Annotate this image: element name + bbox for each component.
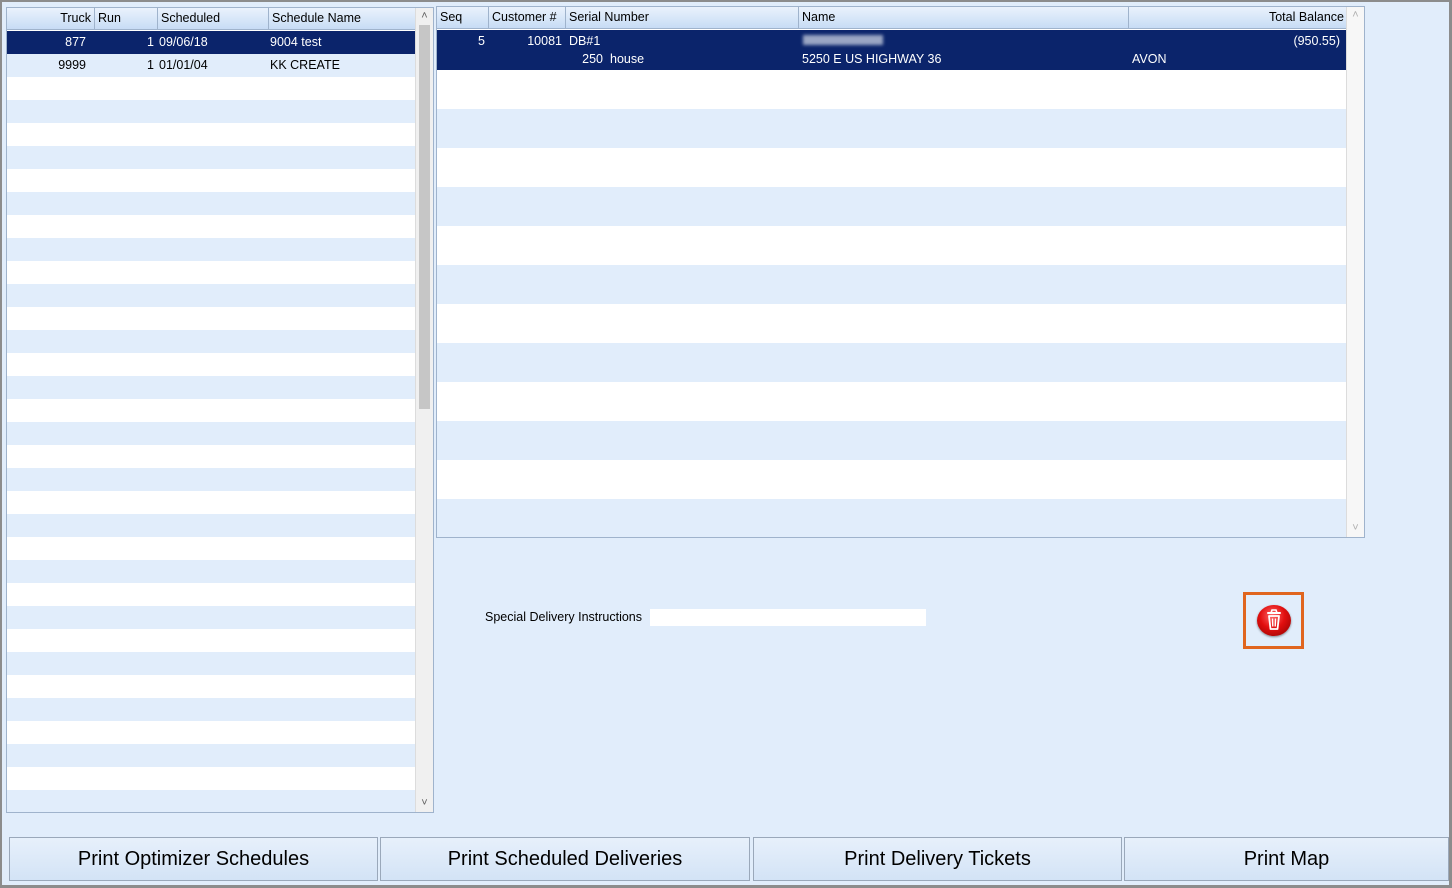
table-row[interactable]: 5 10081 DB#1 (950.55) 250 house 5250 E U…	[437, 30, 1347, 70]
empty-row	[437, 421, 1347, 460]
cell-run: 1	[147, 35, 154, 49]
empty-row	[7, 744, 416, 767]
empty-row	[437, 265, 1347, 304]
delete-button[interactable]	[1243, 592, 1304, 649]
empty-row	[7, 330, 416, 353]
col-run[interactable]: Run	[95, 8, 158, 29]
empty-row	[437, 187, 1347, 226]
scroll-down-icon[interactable]: ˅	[1347, 520, 1364, 537]
empty-row	[437, 70, 1347, 109]
empty-row	[7, 629, 416, 652]
empty-row	[7, 445, 416, 468]
empty-row	[7, 583, 416, 606]
empty-row	[437, 109, 1347, 148]
empty-row	[7, 606, 416, 629]
print-scheduled-deliveries-button[interactable]: Print Scheduled Deliveries	[380, 837, 750, 881]
empty-row	[437, 304, 1347, 343]
empty-row	[7, 422, 416, 445]
col-customer[interactable]: Customer #	[489, 7, 566, 28]
empty-row	[7, 767, 416, 790]
cell-serial-number: DB#1	[569, 34, 601, 48]
print-optimizer-schedules-button[interactable]: Print Optimizer Schedules	[9, 837, 378, 881]
schedule-rows: 877 1 09/06/18 9004 test 9999 1 01/01/04…	[7, 31, 416, 812]
scroll-thumb[interactable]	[419, 25, 430, 409]
empty-row	[437, 226, 1347, 265]
col-truck[interactable]: Truck	[7, 8, 95, 29]
empty-row	[7, 123, 416, 146]
cell-run: 1	[147, 58, 154, 72]
cell-name-redacted	[803, 35, 883, 45]
empty-row	[7, 468, 416, 491]
table-row[interactable]: 9999 1 01/01/04 KK CREATE	[7, 54, 416, 77]
instructions-input[interactable]	[650, 609, 926, 626]
empty-row	[7, 514, 416, 537]
col-schedule-name[interactable]: Schedule Name	[269, 8, 416, 29]
schedule-scrollbar[interactable]: ˄ ˅	[415, 8, 433, 812]
empty-row	[7, 215, 416, 238]
empty-row	[7, 146, 416, 169]
schedule-grid-header: Truck Run Scheduled Schedule Name	[7, 8, 416, 30]
empty-row	[437, 343, 1347, 382]
empty-row	[7, 537, 416, 560]
col-total-balance[interactable]: Total Balance	[1129, 7, 1347, 28]
empty-row	[7, 652, 416, 675]
cell-total-balance: (950.55)	[1293, 34, 1340, 48]
col-serial-number[interactable]: Serial Number	[566, 7, 799, 28]
empty-row	[7, 675, 416, 698]
delivery-grid-header: Seq Customer # Serial Number Name Total …	[437, 7, 1347, 29]
scroll-up-icon[interactable]: ˄	[416, 8, 433, 25]
table-row[interactable]: 877 1 09/06/18 9004 test	[7, 31, 416, 54]
empty-row	[7, 77, 416, 100]
col-name[interactable]: Name	[799, 7, 1129, 28]
empty-row	[7, 238, 416, 261]
empty-row	[7, 399, 416, 422]
trash-icon	[1257, 605, 1291, 636]
cell-scheduled: 09/06/18	[159, 35, 208, 49]
scroll-down-icon[interactable]: ˅	[416, 795, 433, 812]
empty-row	[7, 376, 416, 399]
cell-truck: 9999	[58, 58, 86, 72]
delivery-scrollbar[interactable]: ˄ ˅	[1346, 7, 1364, 537]
empty-row	[7, 353, 416, 376]
empty-row	[7, 491, 416, 514]
empty-row	[7, 790, 416, 812]
cell-customer: 10081	[527, 34, 562, 48]
cell-city: AVON	[1132, 52, 1167, 66]
cell-quantity: 250	[582, 52, 603, 66]
empty-row	[7, 100, 416, 123]
empty-row	[7, 192, 416, 215]
empty-row	[437, 382, 1347, 421]
empty-row	[437, 499, 1347, 537]
empty-row	[7, 721, 416, 744]
print-map-button[interactable]: Print Map	[1124, 837, 1449, 881]
col-seq[interactable]: Seq	[437, 7, 489, 28]
cell-tank-location: house	[610, 52, 645, 66]
cell-schedule-name: 9004 test	[270, 35, 322, 49]
cell-scheduled: 01/01/04	[159, 58, 208, 72]
cell-schedule-name: KK CREATE	[270, 58, 340, 72]
empty-row	[437, 148, 1347, 187]
empty-row	[7, 698, 416, 721]
schedule-grid[interactable]: Truck Run Scheduled Schedule Name 877 1 …	[6, 7, 434, 813]
scroll-up-icon[interactable]: ˄	[1347, 7, 1364, 24]
empty-row	[7, 261, 416, 284]
cell-truck: 877	[65, 35, 86, 49]
main-window: Truck Run Scheduled Schedule Name 877 1 …	[0, 0, 1452, 888]
empty-row	[7, 169, 416, 192]
instructions-label: Special Delivery Instructions	[485, 610, 643, 624]
empty-row	[7, 307, 416, 330]
cell-address: 5250 E US HIGHWAY 36	[802, 52, 942, 66]
empty-row	[7, 560, 416, 583]
delivery-grid[interactable]: Seq Customer # Serial Number Name Total …	[436, 6, 1365, 538]
print-delivery-tickets-button[interactable]: Print Delivery Tickets	[753, 837, 1122, 881]
cell-seq: 5	[478, 34, 485, 48]
empty-row	[437, 460, 1347, 499]
col-scheduled[interactable]: Scheduled	[158, 8, 269, 29]
empty-row	[7, 284, 416, 307]
delivery-rows: 5 10081 DB#1 (950.55) 250 house 5250 E U…	[437, 30, 1347, 537]
